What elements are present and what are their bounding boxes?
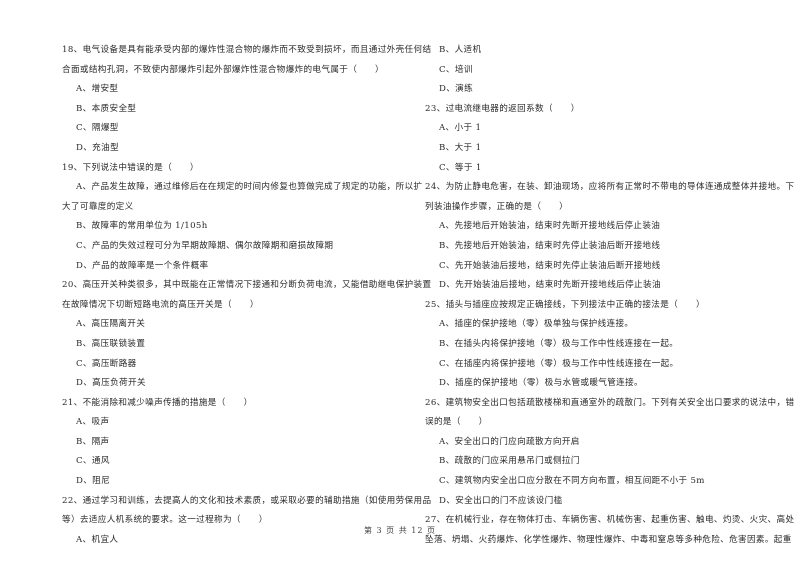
answer-option: A、高压隔离开关	[76, 319, 146, 330]
question-text: 26、建筑物安全出口包括疏散楼梯和直通室外的疏散门。下列有关安全出口要求的说法中…	[425, 397, 795, 408]
question-text: 在故障情况下切断短路电流的高压开关是（ ）	[62, 299, 259, 310]
answer-option: C、先开始装油后接地，结束时先停止装油后断开接地线	[439, 260, 661, 271]
answer-option: D、安全出口的门不应该设门槛	[439, 495, 563, 506]
question-text: 24、为防止静电危害，在装、卸油现场，应将所有正常时不带电的导体连通成整体并接地…	[425, 182, 795, 193]
answer-option: C、隔爆型	[76, 123, 119, 134]
question-text: 20、高压开关种类很多，其中既能在正常情况下接通和分断负荷电流，又能借助继电保护…	[62, 280, 432, 291]
question-text: 列装油操作步骤，正确的是（ ）	[425, 201, 569, 212]
question-text: 25、插头与插座应按规定正确接线，下列接法中正确的接法是（ ）	[425, 299, 705, 310]
answer-option: D、充油型	[76, 142, 120, 153]
answer-option: C、产品的失效过程可分为早期故障期、偶尔故障期和磨损故障期	[76, 240, 334, 251]
answer-option: D、产品的故障率是一个条件概率	[76, 260, 209, 271]
answer-option: D、插座的保护接地（零）极与水管或暖气管连接。	[439, 378, 644, 389]
question-text: 大了可靠度的定义	[62, 201, 134, 212]
answer-option: C、等于 1	[439, 162, 482, 173]
exam-page: 18、电气设备是具有能承受内部的爆炸性混合物的爆炸而不致受到损坏，而且通过外壳任…	[0, 0, 800, 565]
question-text: 21、不能消除和减少噪声传播的措施是（ ）	[62, 397, 253, 408]
question-text: 19、下列说法中错误的是（ ）	[62, 162, 199, 173]
answer-option: D、演练	[439, 84, 474, 95]
answer-option: B、在插头内将保护接地（零）极与工作中性线连接在一起。	[439, 338, 679, 349]
right-column: B、人适机 C、培训 D、演练 23、过电流继电器的返回系数（ ） A、小于 1 B、大于…	[425, 41, 795, 550]
question-text: 误的是（ ）	[425, 417, 488, 428]
answer-option: A、产品发生故障，通过维修后在在规定的时间内修复也算做完成了规定的功能，所以扩	[76, 182, 423, 193]
answer-option: D、先开始装油后接地，结束时先断开接地线后停止装油	[439, 280, 661, 291]
answer-option: D、高压负荷开关	[76, 378, 146, 389]
answer-option: B、隔声	[76, 436, 110, 447]
answer-option: B、大于 1	[439, 142, 482, 153]
answer-option: A、增安型	[76, 84, 119, 95]
answer-option: A、安全出口的门应向疏散方向开启	[439, 436, 580, 447]
answer-option: B、疏散的门应采用悬吊门或侧拉门	[439, 456, 580, 467]
answer-option: B、先接地后开始装油，结束时先停止装油后断开接地线	[439, 240, 661, 251]
answer-option: B、故障率的常用单位为 1/105h	[76, 221, 208, 232]
answer-option: C、建筑物内安全出口应分散在不同方向布置，相互间距不小于 5m	[439, 476, 705, 487]
answer-option: B、高压联锁装置	[76, 338, 146, 349]
answer-option: A、吸声	[76, 417, 110, 428]
left-column: 18、电气设备是具有能承受内部的爆炸性混合物的爆炸而不致受到损坏，而且通过外壳任…	[62, 41, 432, 550]
answer-option: C、培训	[439, 64, 473, 75]
answer-option: C、通风	[76, 456, 110, 467]
question-text: 18、电气设备是具有能承受内部的爆炸性混合物的爆炸而不致受到损坏，而且通过外壳任…	[62, 45, 432, 55]
answer-option: B、人适机	[439, 45, 482, 55]
question-text: 合面或结构孔洞，不致使内部爆炸引起外部爆炸性混合物爆炸的电气属于（ ）	[62, 64, 384, 75]
answer-option: C、高压断路器	[76, 358, 137, 369]
question-text: 23、过电流继电器的返回系数（ ）	[425, 103, 580, 114]
answer-option: B、本质安全型	[76, 103, 137, 114]
question-text: 22、通过学习和训练，去提高人的文化和技术素质，或采取必要的辅助措施（如使用劳保…	[62, 495, 432, 506]
answer-option: D、阻尼	[76, 476, 111, 487]
page-footer: 第 3 页 共 12 页	[364, 526, 436, 535]
answer-option: A、先接地后开始装油，结束时先断开接地线后停止装油	[439, 221, 661, 232]
answer-option: A、插座的保护接地（零）极单独与保护线连接。	[439, 319, 634, 330]
answer-option: C、在插座内将保护接地（零）极与工作中性线连接在一起。	[439, 358, 679, 369]
answer-option: A、小于 1	[439, 123, 482, 134]
